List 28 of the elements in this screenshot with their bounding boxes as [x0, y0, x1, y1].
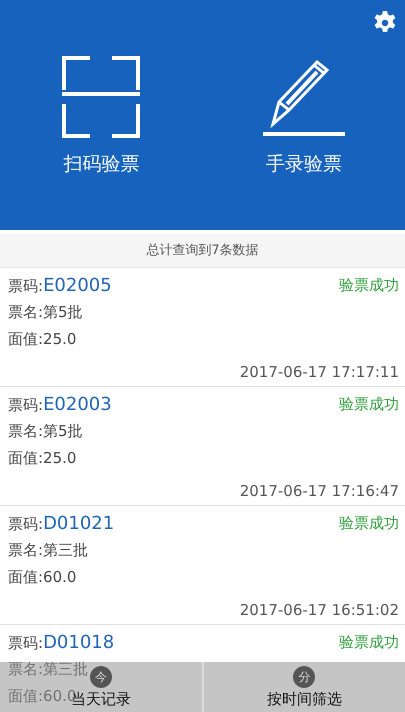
tab-icon: 今 — [90, 666, 112, 688]
ticket-code-label: 票码: — [8, 515, 44, 533]
timestamp: 2017-06-17 16:51:02 — [240, 601, 399, 619]
status-text: 验票成功 — [339, 632, 399, 653]
ticket-code-label: 票码: — [8, 396, 44, 414]
ticket-code: E02003 — [43, 394, 112, 415]
status-text: 验票成功 — [339, 394, 399, 415]
status-text: 验票成功 — [339, 275, 399, 296]
tab-icon: 分 — [293, 666, 316, 688]
scan-button[interactable]: 扫码验票 — [11, 54, 192, 178]
manual-button[interactable]: 手录验票 — [214, 54, 394, 178]
ticket-code-label: 票码: — [8, 277, 44, 295]
tab-button[interactable]: 分 按时间筛选 — [202, 662, 405, 712]
ticket-name: 票名:第三批 — [8, 660, 88, 678]
ticket-code: E02005 — [43, 275, 112, 296]
summary-text: 总计查询到7条数据 — [0, 234, 405, 268]
timestamp: 2017-06-17 17:17:11 — [240, 363, 399, 381]
ticket-code-label: 票码: — [8, 634, 44, 652]
ticket-name: 票名:第三批 — [8, 541, 88, 559]
timestamp: 2017-06-17 17:16:47 — [240, 482, 399, 500]
status-text: 验票成功 — [339, 513, 399, 534]
ticket-code: D01018 — [43, 632, 114, 653]
face-value: 面值:60.0 — [8, 568, 76, 586]
ticket-name: 票名:第5批 — [8, 422, 83, 440]
ticket-name: 票名:第5批 — [8, 303, 83, 321]
face-value: 面值:25.0 — [8, 449, 76, 467]
face-value: 面值:25.0 — [8, 330, 76, 348]
ticket-code: D01021 — [43, 513, 114, 534]
